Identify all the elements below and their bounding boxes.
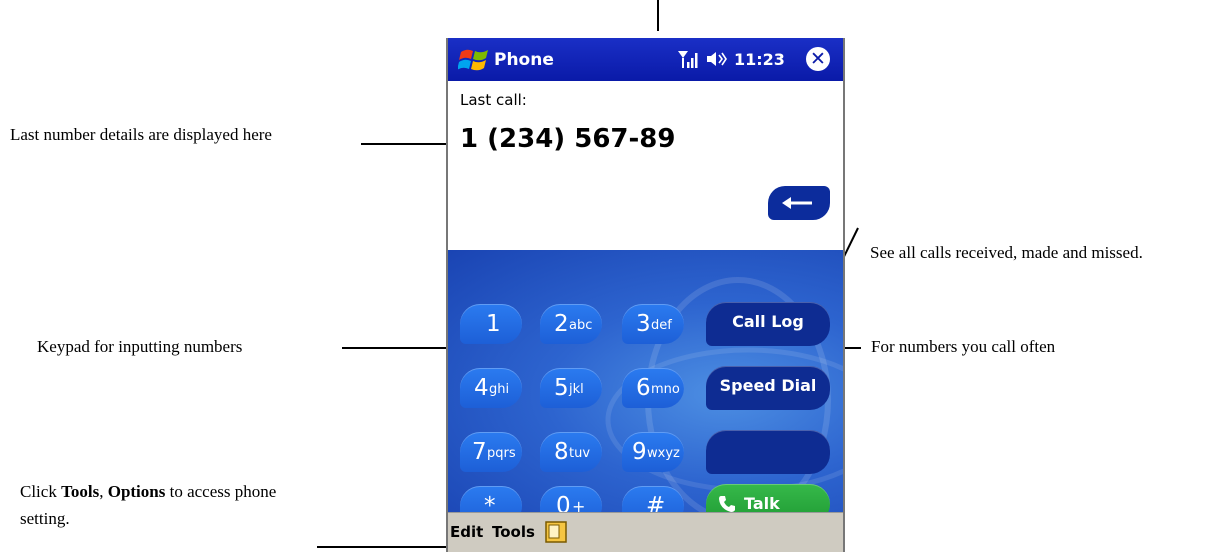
phone-handset-icon [719, 496, 735, 512]
key-letters: jkl [569, 382, 584, 397]
speed-dial-button[interactable]: Speed Dial [706, 366, 830, 410]
key-3[interactable]: 3 def [622, 304, 684, 344]
key-letters: wxyz [647, 446, 680, 461]
signal-strength-icon[interactable] [677, 49, 699, 69]
key-7[interactable]: 7 pqrs [460, 432, 522, 472]
key-digit: 4 [474, 375, 489, 401]
menu-edit[interactable]: Edit [450, 523, 483, 541]
talk-label: Talk [744, 494, 780, 513]
blank-button[interactable] [706, 430, 830, 474]
windows-start-icon[interactable] [458, 46, 490, 74]
key-digit: 1 [486, 311, 501, 337]
last-call-label: Last call: [460, 91, 527, 109]
backspace-button[interactable] [768, 186, 830, 220]
key-5[interactable]: 5 jkl [540, 368, 602, 408]
back-arrow-icon [782, 197, 812, 209]
key-digit: 8 [554, 439, 569, 465]
menu-bar: Edit Tools [448, 512, 843, 552]
volume-icon[interactable] [706, 50, 728, 68]
close-icon[interactable]: ✕ [806, 47, 830, 71]
input-panel-icon[interactable] [545, 521, 567, 543]
key-8[interactable]: 8 tuv [540, 432, 602, 472]
key-digit: 3 [636, 311, 651, 337]
key-6[interactable]: 6 mno [622, 368, 684, 408]
menu-tools[interactable]: Tools [492, 523, 535, 541]
clock: 11:23 [734, 50, 785, 69]
call-log-label: Call Log [732, 312, 804, 331]
keypad: 1 2 abc 3 def Call Log 4 ghi 5 jkl 6 mno… [448, 250, 843, 526]
key-digit: 7 [472, 439, 487, 465]
speed-dial-label: Speed Dial [719, 376, 817, 395]
key-1[interactable]: 1 [460, 304, 522, 344]
key-4[interactable]: 4 ghi [460, 368, 522, 408]
key-letters: pqrs [487, 446, 516, 461]
title-bar: Phone 11:23 ✕ [448, 38, 843, 81]
last-call-number: 1 (234) 567-89 [460, 124, 676, 154]
key-letters: ghi [489, 382, 510, 397]
call-log-button[interactable]: Call Log [706, 302, 830, 346]
key-digit: 6 [636, 375, 651, 401]
key-letters: mno [651, 382, 680, 397]
key-9[interactable]: 9 wxyz [622, 432, 684, 472]
key-digit: 5 [554, 375, 569, 401]
key-letters: abc [569, 318, 593, 333]
phone-screen: Phone 11:23 ✕ Last call: 1 (234) 567-89 [446, 38, 845, 552]
app-title: Phone [494, 50, 554, 70]
key-letters: def [651, 318, 672, 333]
key-digit: 9 [632, 439, 647, 465]
key-2[interactable]: 2 abc [540, 304, 602, 344]
key-digit: 2 [554, 311, 569, 337]
key-letters: tuv [569, 446, 591, 461]
